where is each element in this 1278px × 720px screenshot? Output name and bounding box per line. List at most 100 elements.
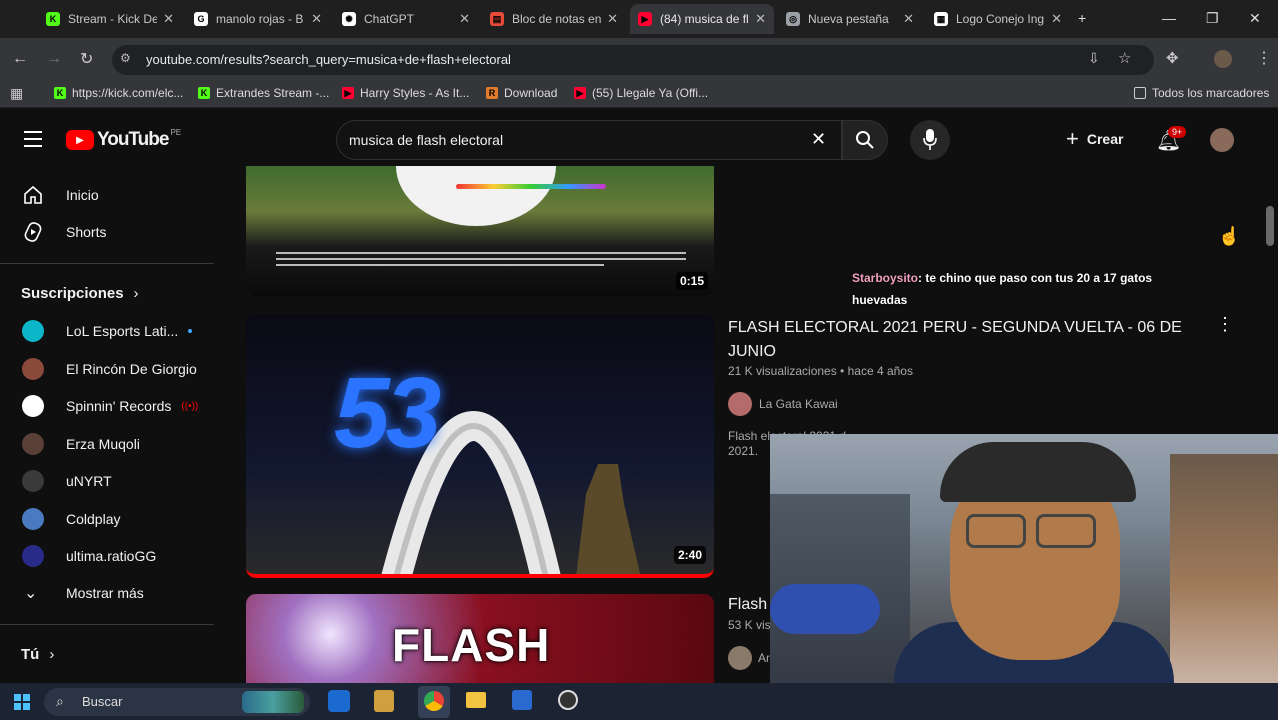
subscriptions-header[interactable]: Suscripciones › [21,285,139,302]
more-actions-icon[interactable]: ⋮ [1216,314,1234,335]
close-tab-icon[interactable]: ✕ [755,11,766,27]
back-icon[interactable]: ← [12,50,28,68]
browser-menu-icon[interactable]: ⋮ [1256,48,1272,68]
chevron-right-icon: › [133,285,139,302]
tab-title: Nueva pestaña [808,12,889,26]
disclaimer-text-graphic [276,248,686,274]
video-description-end: 2021. [728,444,759,458]
account-avatar[interactable] [1210,128,1234,152]
forward-icon[interactable]: → [46,50,62,68]
channel-avatar [728,646,752,670]
bookmark-star-icon[interactable]: ☆ [1118,49,1131,67]
video-title[interactable]: Flash [728,596,767,614]
close-tab-icon[interactable]: ✕ [311,11,322,27]
new-content-dot [188,329,193,333]
bookmark-label: https://kick.com/elc... [72,86,184,100]
thumbnail-text: FLASH [392,619,551,671]
browser-tab[interactable]: ✺ ChatGPT ✕ [334,4,478,34]
sidebar-subscription[interactable]: Spinnin' Records ((•)) [0,388,214,424]
webcam-glasses-right [1036,514,1096,548]
windows-start-icon[interactable] [14,694,30,710]
channel-link[interactable]: La Gata Kawai [728,392,838,416]
close-tab-icon[interactable]: ✕ [607,11,618,27]
sidebar-subscription[interactable]: Coldplay [0,501,214,537]
tab-title: manolo rojas - B [216,12,304,26]
chrome-taskbar-item[interactable] [418,686,450,718]
close-tab-icon[interactable]: ✕ [1051,11,1062,27]
create-button[interactable]: + Crear [1066,128,1123,150]
new-tab-button[interactable]: + [1078,10,1086,26]
channel-avatar [22,470,44,492]
file-explorer-icon[interactable] [466,692,486,708]
tab-title: Logo Conejo Ing [956,12,1045,26]
channel-name: uNYRT [66,473,112,489]
outlook-icon[interactable] [328,690,350,712]
url-text[interactable]: youtube.com/results?search_query=musica+… [146,52,511,67]
sidebar-item-shorts[interactable]: Shorts [0,214,214,250]
channel-avatar [22,545,44,567]
video-thumbnail[interactable]: 0:15 [246,166,714,296]
bookmark-item[interactable]: ▶ Harry Styles - As It... [342,86,469,100]
install-app-icon[interactable]: ⇩ [1088,50,1100,67]
store-icon[interactable] [512,690,532,710]
bookmark-item[interactable]: Khttps://kick.com/elc... [54,86,183,100]
channel-link[interactable]: An [728,646,773,670]
taskbar-search-box[interactable]: ⌕ Buscar [44,688,310,716]
video-meta: 21 K visualizaciones • hace 4 años [728,364,913,378]
search-input[interactable]: musica de flash electoral [349,132,503,148]
show-more-button[interactable]: ⌄ Mostrar más [0,575,214,611]
close-window-button[interactable]: ✕ [1249,10,1261,27]
close-tab-icon[interactable]: ✕ [163,11,174,27]
sidebar-divider [0,263,214,264]
browser-tab[interactable]: Gmanolo rojas - B ✕ [186,4,330,34]
browser-tab[interactable]: ▤ Bloc de notas en ✕ [482,4,626,34]
channel-avatar [728,392,752,416]
sidebar-subscription[interactable]: ultima.ratioGG [0,538,214,574]
search-button[interactable] [842,120,888,160]
you-section-header[interactable]: Tú › [21,646,54,663]
award-app-icon[interactable] [374,690,394,712]
apps-grid-icon[interactable]: ▦ [10,85,23,102]
bookmark-item[interactable]: ▶ (55) Llegale Ya (Offi... [574,86,708,100]
close-tab-icon[interactable]: ✕ [903,11,914,27]
sidebar-subscription[interactable]: LoL Esports Lati... [0,313,214,349]
notifications-button[interactable]: 🔔︎ 9+ [1156,126,1187,153]
video-title[interactable]: FLASH ELECTORAL 2021 PERU - SEGUNDA VUEL… [728,316,1198,364]
bookmark-item[interactable]: K Extrandes Stream -... [198,86,329,100]
sidebar-subscription[interactable]: Erza Muqoli [0,426,214,462]
youtube-logo[interactable]: ▶ YouTube PE [66,128,181,151]
sidebar-subscription[interactable]: El Rincón De Giorgio [0,351,214,387]
channel-avatar [22,320,44,342]
browser-tab[interactable]: ◎ Nueva pestaña ✕ [778,4,922,34]
product-circle-graphic [396,166,556,226]
site-info-icon[interactable]: ⚙ [120,51,131,65]
search-highlight-image [242,691,304,713]
video-thumbnail[interactable]: 53 2:40 [246,314,714,578]
tab-title: (84) musica de fl [660,12,749,26]
close-tab-icon[interactable]: ✕ [459,11,470,27]
bookmark-favicon-icon: R [486,87,498,99]
browser-tab[interactable]: K Stream - Kick De ✕ [38,4,182,34]
minimize-button[interactable]: — [1162,10,1176,26]
extensions-icon[interactable]: ✥ [1166,49,1179,67]
channel-name: Spinnin' Records [66,398,172,414]
notification-badge: 9+ [1168,126,1187,138]
clear-search-icon[interactable]: ✕ [811,129,826,150]
sidebar-subscription[interactable]: uNYRT [0,463,214,499]
reload-icon[interactable]: ↻ [80,49,93,69]
browser-tab[interactable]: ▶ (84) musica de fl ✕ [630,4,774,34]
sidebar-item-inicio[interactable]: Inicio [0,177,214,213]
obs-icon[interactable] [558,690,578,710]
scrollbar-thumb[interactable] [1266,206,1274,246]
bookmark-item[interactable]: R Download [486,86,557,100]
video-thumbnail[interactable]: FLASH [246,594,714,683]
search-input-container[interactable]: musica de flash electoral ✕ [336,120,842,160]
restore-button[interactable]: ❐ [1206,10,1219,27]
browser-tab[interactable]: ▦ Logo Conejo Ing ✕ [926,4,1070,34]
all-bookmarks-folder[interactable]: Todos los marcadores [1134,86,1269,100]
tab-favicon-icon: ✺ [342,12,356,26]
hamburger-menu-icon[interactable] [24,131,42,147]
profile-avatar[interactable] [1214,50,1232,68]
voice-search-button[interactable] [910,120,950,160]
arch-graphic [381,411,641,574]
